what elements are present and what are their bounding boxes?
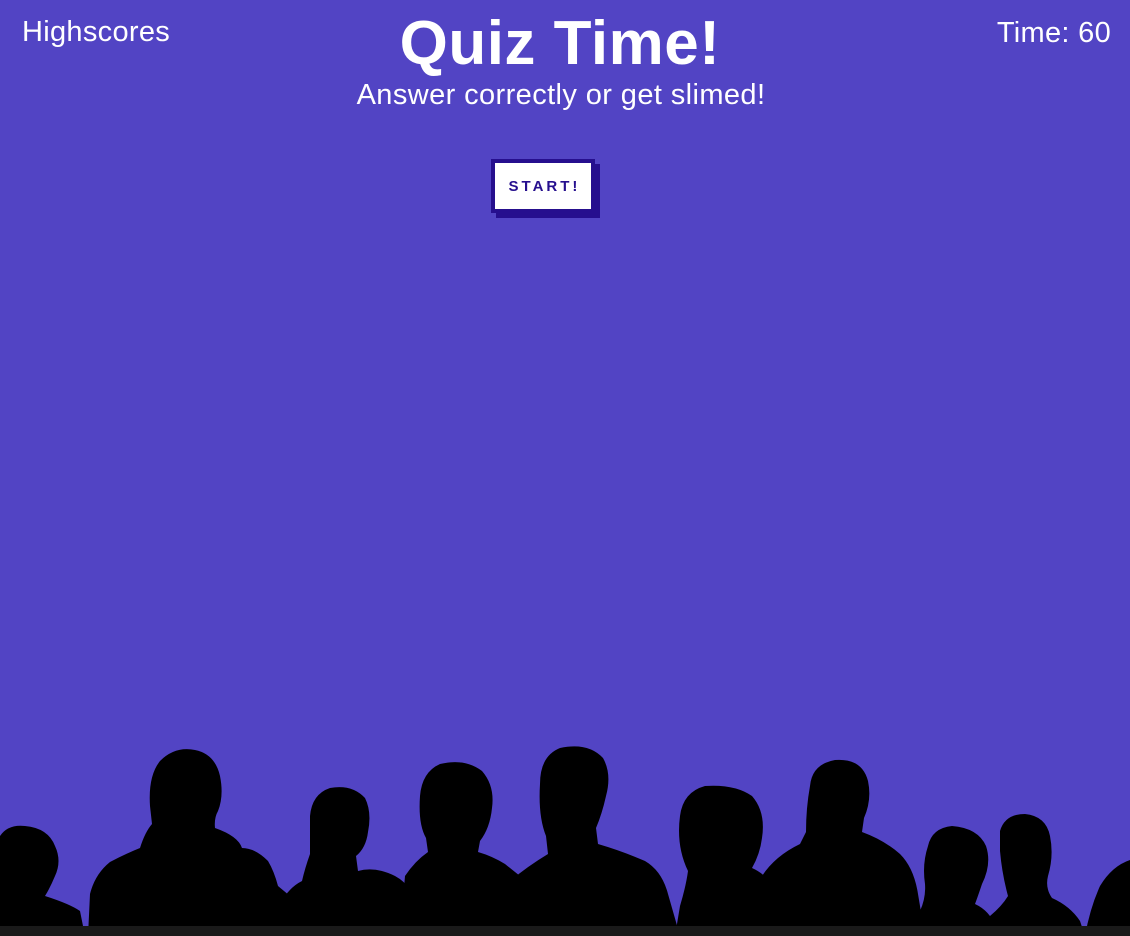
- page-title: Quiz Time!: [399, 9, 721, 78]
- page-subtitle: Answer correctly or get slimed!: [356, 79, 766, 111]
- start-button[interactable]: START!: [491, 159, 595, 213]
- audience-silhouette-icon: [0, 746, 1130, 936]
- timer-display: Time: 60: [996, 17, 1111, 49]
- floor-strip: [0, 926, 1130, 936]
